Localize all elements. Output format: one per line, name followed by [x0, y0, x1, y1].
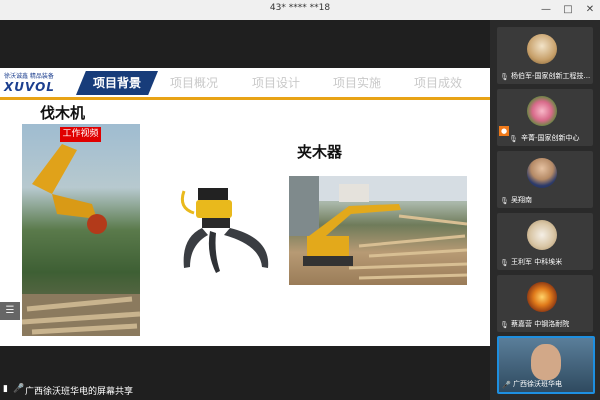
log-grapple-image [176, 183, 276, 283]
mic-muted-icon: 🎙 [500, 73, 509, 81]
participant-name: 杨伯军-国家创新工程技... [511, 72, 591, 80]
log-grapple-site-photo [289, 176, 468, 285]
mic-muted-icon: 🎙 [500, 259, 509, 267]
avatar [527, 34, 557, 64]
participant-name: 王利军 中科埃米 [511, 258, 563, 266]
tab-project-design: 项目设计 [252, 76, 301, 90]
window-title: 43* **** **18 [269, 3, 331, 13]
participant-name: 吴翔南 [511, 196, 532, 204]
close-button[interactable]: ✕ [582, 2, 598, 17]
mic-on-icon: 🎤 [502, 381, 511, 389]
tab-project-background: 项目背景 [76, 71, 158, 95]
mic-muted-icon: 🎙 [500, 197, 509, 205]
participant-tile[interactable]: ● 🎙 辛菁-国家创新中心 [497, 89, 593, 146]
mic-muted-icon: 🎙 [500, 321, 509, 329]
xuvol-logo: 徐沃诚鑫 精品装备 XUVOL [0, 71, 90, 97]
slide-header: 徐沃诚鑫 精品装备 XUVOL 项目背景 项目概况 项目设计 项目实施 项目成效 [0, 68, 490, 100]
avatar [527, 158, 557, 188]
microphone-icon[interactable]: 🎤 [13, 384, 24, 394]
active-speaker-tile[interactable]: 🎤 广西徐沃班华电 [497, 336, 595, 394]
participant-tile[interactable]: 🎙 杨伯军-国家创新工程技... [497, 27, 593, 84]
participant-tile[interactable]: 🎙 王利军 中科埃米 [497, 213, 593, 270]
logo-text: XUVOL [4, 80, 55, 94]
header-divider [0, 97, 490, 100]
participant-name: 广西徐沃班华电 [513, 380, 562, 388]
signal-icon: ▮ [3, 384, 8, 394]
video-label: 工作视频 [60, 127, 101, 142]
presenter-icon: ● [499, 126, 509, 136]
section-title-log-grapple: 夹木器 [297, 143, 343, 161]
tab-project-overview: 项目概况 [170, 76, 219, 90]
speaker-video [531, 344, 561, 380]
minimize-button[interactable]: — [538, 2, 554, 17]
list-menu-button[interactable]: ☰ [0, 302, 20, 320]
screen-share-label: 广西徐沃班华电的屏幕共享 [25, 387, 134, 397]
mic-muted-icon: 🎙 [509, 135, 518, 143]
section-title-logging-machine: 伐木机 [40, 104, 86, 122]
participant-tile[interactable]: 🎙 蔡嘉营 中钢洛耐院 [497, 275, 593, 332]
participant-tile[interactable]: 🎙 吴翔南 [497, 151, 593, 208]
avatar [527, 282, 557, 312]
title-bar: 43* **** **18 — □ ✕ [0, 0, 600, 21]
presentation-slide: 徐沃诚鑫 精品装备 XUVOL 项目背景 项目概况 项目设计 项目实施 项目成效… [0, 68, 490, 346]
tab-project-results: 项目成效 [414, 76, 463, 90]
logo-tagline: 徐沃诚鑫 精品装备 [4, 73, 54, 80]
avatar [527, 96, 557, 126]
screen-share-status: ▮ 🎤 广西徐沃班华电的屏幕共享 [0, 380, 200, 400]
logging-machine-photo [21, 124, 141, 336]
participant-name: 辛菁-国家创新中心 [521, 134, 580, 142]
participant-name: 蔡嘉营 中钢洛耐院 [511, 320, 570, 328]
maximize-button[interactable]: □ [560, 2, 576, 17]
tab-project-implementation: 项目实施 [333, 76, 382, 90]
avatar [527, 220, 557, 250]
